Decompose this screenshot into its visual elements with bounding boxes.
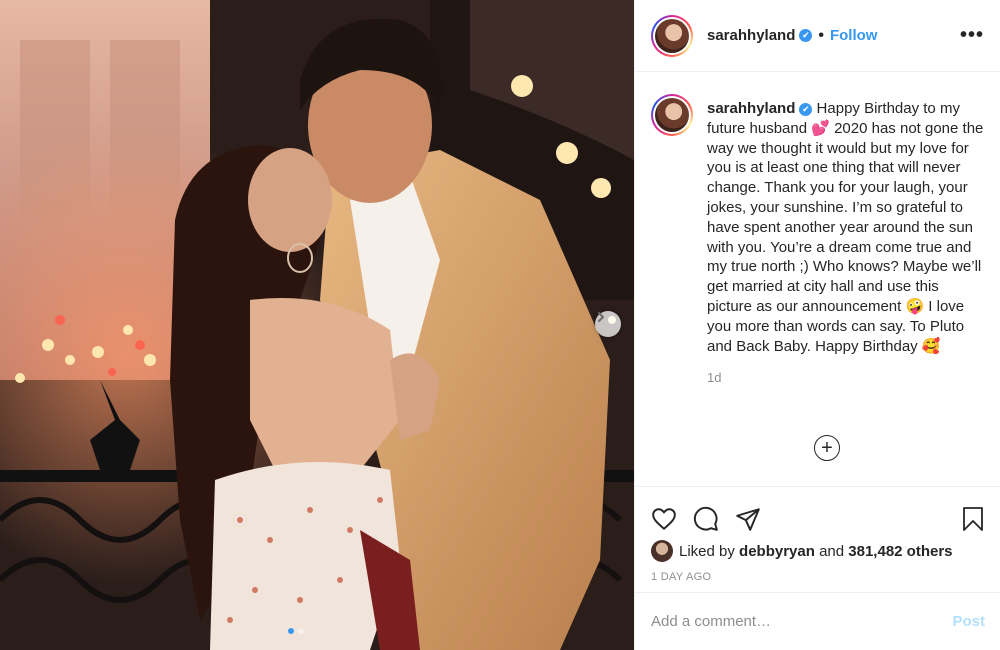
share-icon[interactable]: [735, 506, 761, 532]
posted-timestamp[interactable]: 1 DAY AGO: [635, 563, 1000, 583]
caption-username-link[interactable]: sarahhyland: [707, 100, 795, 117]
caption-text: sarahhyland ✔ Happy Birthday to my future…: [707, 84, 985, 356]
avatar-image: [655, 98, 689, 132]
actions-section: Liked by debbyryan and 381,482 others 1 …: [635, 486, 1000, 650]
likes-summary: Liked by debbyryan and 381,482 others: [635, 539, 1000, 563]
post-header: sarahhyland ✔ • Follow •••: [635, 0, 1000, 72]
carousel-dots: [288, 628, 304, 634]
avatar[interactable]: [651, 14, 693, 57]
comment-composer: Post: [635, 592, 1000, 650]
carousel-dot: [288, 628, 294, 634]
caption-section: sarahhyland ✔ Happy Birthday to my future…: [635, 84, 1000, 385]
comment-input[interactable]: [651, 613, 953, 630]
caption-body: Happy Birthday to my future husband 💕 20…: [707, 100, 984, 355]
likes-middle: and: [819, 542, 845, 560]
comment-icon[interactable]: [693, 506, 719, 532]
likes-prefix: Liked by: [679, 542, 735, 560]
heart-icon[interactable]: [651, 506, 677, 532]
verified-badge-icon: ✔: [799, 29, 813, 42]
chevron-right-icon: [598, 312, 604, 322]
bookmark-icon[interactable]: [961, 506, 985, 532]
caption-timestamp[interactable]: 1d: [707, 370, 985, 385]
plus-circle-icon: +: [821, 437, 833, 459]
action-icons: [635, 487, 1000, 539]
username-link[interactable]: sarahhyland: [707, 27, 795, 44]
next-photo-button[interactable]: [595, 311, 621, 337]
liker-avatar[interactable]: [651, 540, 673, 562]
post-sidebar: sarahhyland ✔ • Follow ••• sarahhyland ✔ …: [634, 0, 1000, 650]
likes-count-link[interactable]: 381,482 others: [848, 543, 952, 560]
avatar-image: [655, 18, 689, 53]
follow-button[interactable]: Follow: [830, 27, 878, 44]
post-photo[interactable]: [0, 0, 634, 650]
verified-badge-icon: ✔: [799, 103, 813, 117]
liker-username-link[interactable]: debbyryan: [739, 543, 815, 560]
post-comment-button[interactable]: Post: [952, 613, 985, 630]
photo-illustration: [0, 0, 634, 650]
separator-dot: •: [818, 26, 824, 44]
carousel-dot: [298, 628, 304, 634]
caption-avatar[interactable]: [651, 94, 693, 136]
caption-row: sarahhyland ✔ Happy Birthday to my future…: [651, 84, 985, 356]
more-options-button[interactable]: •••: [960, 24, 984, 47]
load-more-comments-button[interactable]: +: [814, 435, 840, 461]
